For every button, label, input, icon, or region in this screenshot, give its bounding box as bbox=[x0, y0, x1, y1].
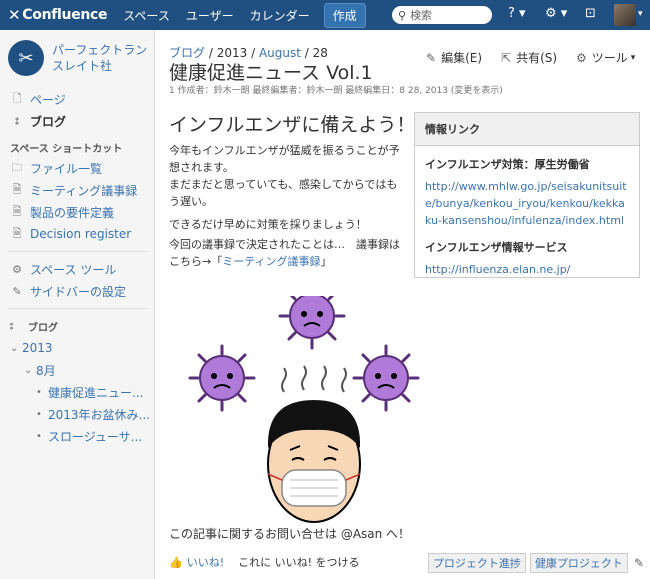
influenza-illustration bbox=[188, 296, 420, 523]
panel-subheading: インフルエンザ情報サービス bbox=[425, 241, 568, 254]
virus-icon bbox=[188, 344, 256, 412]
sidebar-item-blog[interactable]: ⦂ ブログ bbox=[10, 110, 154, 132]
search-input[interactable]: ⚲ 検索 bbox=[392, 6, 492, 24]
label-tag[interactable]: 健康プロジェクト bbox=[529, 553, 628, 573]
meeting-notes-link[interactable]: ミーティング議事録 bbox=[222, 255, 320, 268]
document-icon: 🗎 bbox=[12, 226, 22, 240]
label-tag[interactable]: プロジェクト進捗 bbox=[427, 553, 526, 573]
share-label: 共有(S) bbox=[516, 51, 558, 65]
masked-person-icon bbox=[267, 400, 361, 523]
shortcuts-title: スペース ショートカット bbox=[10, 144, 123, 155]
sidebar: ✂ パーフェクトランスレイト社 🗋 ページ ⦂ ブログ スペース ショートカット… bbox=[0, 30, 155, 579]
sidebar-configure[interactable]: ✎ サイドバーの設定 bbox=[10, 280, 154, 302]
document-icon: 🗎 bbox=[12, 182, 22, 196]
share-icon: ⇱ bbox=[501, 50, 512, 65]
bullet-icon: • bbox=[36, 408, 42, 420]
virus-icon bbox=[352, 344, 420, 412]
sidebar-item-label: ページ bbox=[30, 92, 66, 107]
blog-tree-title: ⦂ ブログ bbox=[10, 320, 58, 334]
pencil-icon: ✎ bbox=[12, 284, 22, 298]
paragraph: まだまだと思っていても、感染してからではもう遅い。 bbox=[169, 178, 398, 208]
like-prompt: これに いいね! をつける bbox=[238, 556, 360, 569]
tools-label: ツール bbox=[591, 51, 628, 65]
panel-subheading: インフルエンザ対策：厚生労働省 bbox=[425, 158, 590, 171]
user-avatar[interactable] bbox=[614, 4, 636, 26]
search-placeholder: 検索 bbox=[410, 9, 433, 22]
sidebar-item-label: Decision register bbox=[30, 227, 132, 241]
sidebar-space-tools[interactable]: ⚙ スペース ツール bbox=[10, 258, 154, 280]
sidebar-shortcut-files[interactable]: 🗀 ファイル一覧 bbox=[10, 157, 154, 179]
nav-spaces[interactable]: スペース bbox=[123, 7, 170, 24]
chevron-down-icon[interactable]: ⌄ bbox=[10, 343, 22, 354]
paragraph: 今年もインフルエンザが猛威を振るうことが予想されます。 bbox=[169, 144, 400, 174]
sidebar-shortcut-requirements[interactable]: 🗎 製品の要件定義 bbox=[10, 201, 154, 223]
tree-item-post[interactable]: • 健康促進ニュー... bbox=[10, 381, 154, 403]
confluence-x-icon: ✕ bbox=[8, 6, 21, 24]
influenza-service-link[interactable]: http://influenza.elan.ne.jp/ bbox=[415, 261, 639, 278]
anxiety-lines-icon bbox=[281, 365, 347, 393]
bullet-icon: • bbox=[36, 386, 42, 398]
page-icon: 🗋 bbox=[12, 91, 22, 105]
user-menu-chevron-icon[interactable]: ▾ bbox=[638, 9, 643, 19]
paragraph: できるだけ早めに対策を採りましょう！ bbox=[169, 218, 367, 231]
share-button[interactable]: ⇱ 共有(S) bbox=[501, 49, 557, 66]
sidebar-item-label: 製品の要件定義 bbox=[30, 205, 115, 220]
tree-item-month[interactable]: ⌄ 8月 bbox=[10, 359, 154, 381]
paragraph: 今回の議事録で決定されたことは… 議事録はこちら→「ミーティング議事録」 bbox=[169, 236, 403, 270]
tree-item-post[interactable]: • スロージューサ... bbox=[10, 425, 154, 447]
thumbs-up-icon[interactable]: 👍 bbox=[169, 556, 183, 569]
sidebar-item-label: ミーティング議事録 bbox=[30, 183, 138, 198]
contact-note: この記事に関するお問い合せは @Asan へ！ bbox=[169, 527, 411, 541]
blog-icon: ⦂ bbox=[10, 320, 13, 332]
sidebar-item-pages[interactable]: 🗋 ページ bbox=[10, 88, 154, 110]
sidebar-divider bbox=[8, 251, 146, 252]
page-title: 健康促進ニュース Vol.1 bbox=[169, 62, 373, 84]
info-links-panel: 情報リンク インフルエンザ対策：厚生労働省 http://www.mhlw.go… bbox=[414, 112, 640, 278]
space-logo-icon[interactable]: ✂ bbox=[8, 40, 44, 76]
edit-labels-pencil-icon[interactable]: ✎ bbox=[634, 556, 644, 570]
edit-label: 編集(E) bbox=[441, 51, 483, 65]
nav-calendar[interactable]: カレンダー bbox=[250, 7, 310, 24]
sidebar-item-label: スペース ツール bbox=[30, 262, 117, 277]
sidebar-shortcut-meeting-notes[interactable]: 🗎 ミーティング議事録 bbox=[10, 179, 154, 201]
sidebar-shortcut-decision-register[interactable]: 🗎 Decision register bbox=[10, 223, 154, 245]
panel-title: 情報リンク bbox=[415, 113, 639, 146]
labels-bar: プロジェクト進捗 健康プロジェクト ✎ bbox=[424, 553, 644, 573]
nav-users[interactable]: ユーザー bbox=[186, 7, 234, 24]
space-header[interactable]: ✂ パーフェクトランスレイト社 bbox=[0, 30, 154, 76]
content-heading: インフルエンザに備えよう！ bbox=[169, 114, 416, 136]
virus-icon bbox=[278, 296, 346, 350]
page-metadata: 1 作成者：鈴木一朗 最終編集者：鈴木一朗 最終編集日：8 28, 2013 (… bbox=[169, 86, 503, 96]
tree-item-year[interactable]: ⌄ 2013 bbox=[10, 337, 154, 359]
sidebar-item-label: ファイル一覧 bbox=[30, 161, 103, 176]
help-icon[interactable]: ? ▾ bbox=[508, 6, 526, 21]
notifications-icon[interactable]: ⊡ bbox=[585, 6, 596, 21]
folder-icon: 🗀 bbox=[11, 160, 23, 174]
like-button[interactable]: いいね! bbox=[187, 554, 224, 570]
confluence-logo[interactable]: ✕ Confluence bbox=[8, 6, 108, 24]
gear-icon: ⚙ bbox=[576, 50, 587, 65]
mhlw-link[interactable]: http://www.mhlw.go.jp/seisakunitsuite/bu… bbox=[415, 178, 639, 229]
settings-gear-icon[interactable]: ⚙ ▾ bbox=[545, 6, 567, 21]
sidebar-divider bbox=[8, 308, 146, 309]
chevron-down-icon: ▾ bbox=[630, 52, 636, 63]
tools-button[interactable]: ⚙ ツール ▾ bbox=[576, 49, 635, 66]
pencil-icon: ✎ bbox=[426, 50, 437, 65]
paragraph-text: 」 bbox=[320, 255, 332, 268]
create-button[interactable]: 作成 bbox=[323, 2, 366, 28]
logo-text: Confluence bbox=[22, 7, 108, 23]
like-bar: 👍 いいね! これに いいね! をつける bbox=[169, 554, 360, 570]
edit-button[interactable]: ✎ 編集(E) bbox=[426, 49, 482, 66]
tree-item-post[interactable]: • 2013年お盆休み... bbox=[10, 403, 154, 425]
search-icon: ⚲ bbox=[398, 8, 407, 22]
main-content: ブログ / 2013 / August / 28 ✎ 編集(E) ⇱ 共有(S)… bbox=[156, 30, 650, 579]
sidebar-item-label: ブログ bbox=[30, 114, 67, 129]
bullet-icon: • bbox=[36, 430, 42, 442]
document-icon: 🗎 bbox=[12, 204, 22, 218]
chevron-down-icon[interactable]: ⌄ bbox=[24, 365, 36, 376]
space-name[interactable]: パーフェクトランスレイト社 bbox=[52, 42, 152, 74]
blog-icon: ⦂ bbox=[15, 114, 19, 127]
sidebar-item-label: サイドバーの設定 bbox=[30, 284, 127, 299]
gear-icon: ⚙ bbox=[12, 262, 22, 276]
